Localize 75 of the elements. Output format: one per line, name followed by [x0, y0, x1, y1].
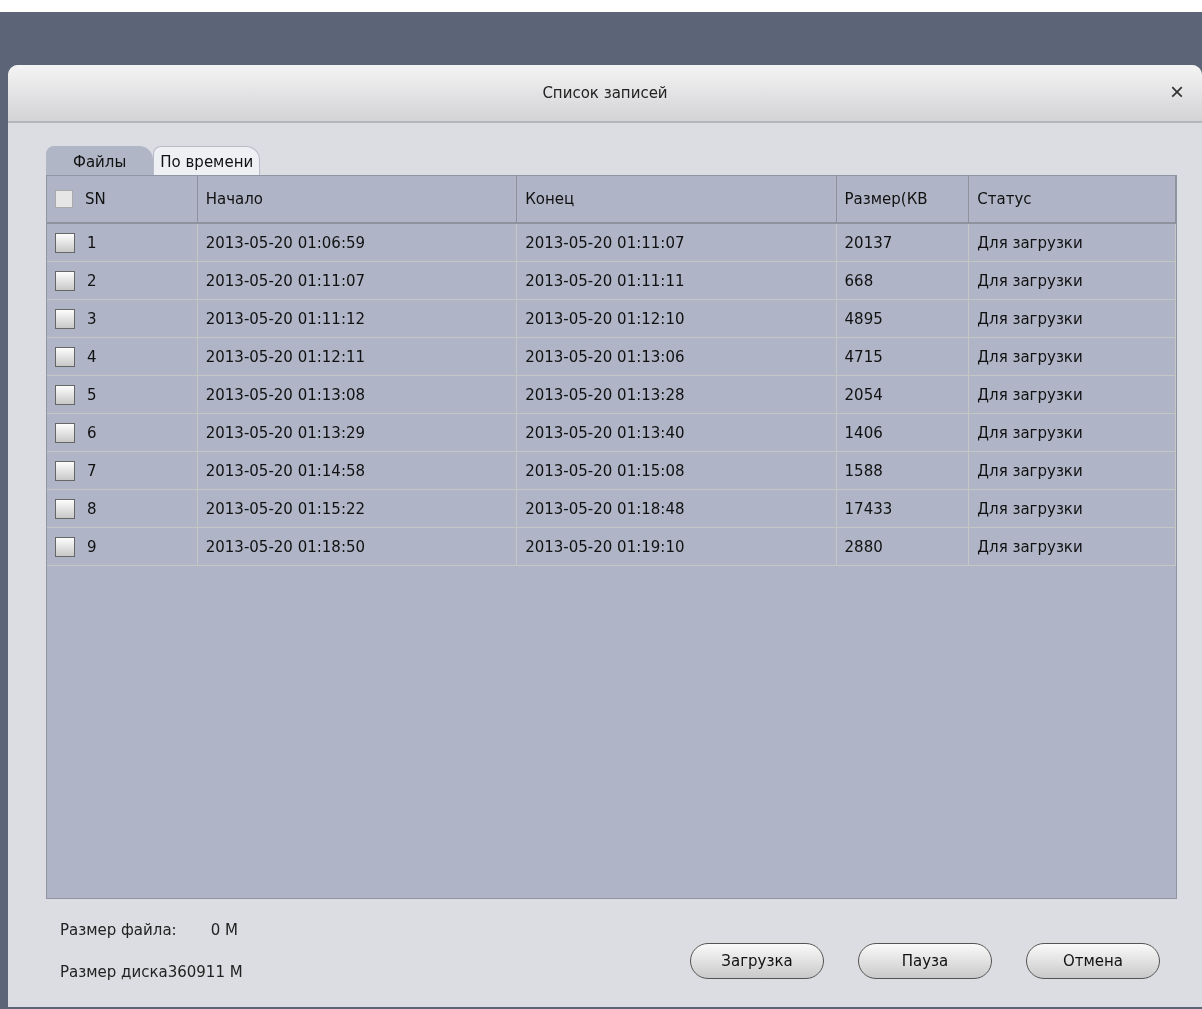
table-cell: 2013-05-20 01:15:22 [205, 499, 366, 518]
table-cell: 2880 [844, 537, 883, 556]
table-cell: 2013-05-20 01:18:50 [205, 537, 366, 556]
column-header[interactable]: Начало [197, 176, 518, 222]
table-cell: Для загрузки [977, 461, 1083, 480]
table-cell: Для загрузки [977, 271, 1083, 290]
tab[interactable]: Файлы [46, 146, 154, 175]
row-checkbox[interactable] [55, 346, 75, 367]
column-header[interactable]: Конец [517, 176, 837, 222]
column-header-label: SN [85, 190, 106, 208]
table-cell: 7 [87, 461, 97, 480]
file-size-value: 0 M [210, 921, 238, 939]
table-cell: 2013-05-20 01:12:10 [525, 309, 685, 328]
table-cell: 3 [87, 309, 97, 328]
table-cell: Для загрузки [977, 423, 1083, 442]
row-checkbox[interactable] [55, 270, 75, 291]
table-cell: 2013-05-20 01:06:59 [205, 233, 366, 252]
file-size-label: Размер файла: [60, 921, 177, 939]
table-cell: Для загрузки [977, 309, 1083, 328]
disk-size-label: Размер диска360911 M [60, 963, 243, 981]
action-button[interactable]: Отмена [1026, 943, 1160, 979]
column-header-label: Размер(КВ [844, 190, 928, 208]
close-button[interactable]: × [1166, 79, 1188, 105]
table-cell: 2013-05-20 01:13:28 [525, 385, 685, 404]
table-cell: 6 [87, 423, 97, 442]
column-header[interactable]: Размер(КВ [836, 176, 970, 222]
table-cell: 5 [87, 385, 97, 404]
table-cell: 4895 [844, 309, 883, 328]
row-checkbox[interactable] [55, 460, 75, 481]
table-cell: Для загрузки [977, 233, 1083, 252]
table-cell: 2013-05-20 01:13:40 [525, 423, 685, 442]
table-cell: 2013-05-20 01:19:10 [525, 537, 685, 556]
select-all-checkbox[interactable] [55, 190, 73, 208]
table-cell: Для загрузки [977, 499, 1083, 518]
action-button[interactable]: Загрузка [690, 943, 824, 979]
column-header[interactable]: Статус [969, 176, 1176, 222]
table-cell: 2013-05-20 01:11:11 [525, 271, 685, 290]
column-header[interactable]: SN [47, 176, 198, 222]
table-cell: 1588 [844, 461, 883, 480]
table-cell: 2013-05-20 01:18:48 [525, 499, 685, 518]
table-cell: Для загрузки [977, 537, 1083, 556]
table-cell: 2013-05-20 01:13:29 [205, 423, 366, 442]
table-cell: 1 [87, 233, 97, 252]
table-cell: 1406 [844, 423, 883, 442]
table-cell: 2013-05-20 01:11:07 [525, 233, 685, 252]
table-cell: 8 [87, 499, 97, 518]
row-checkbox[interactable] [55, 232, 75, 253]
row-checkbox[interactable] [55, 384, 75, 405]
table-cell: 4 [87, 347, 97, 366]
row-checkbox[interactable] [55, 308, 75, 329]
table-cell: 9 [87, 537, 97, 556]
table-cell: 2013-05-20 01:13:06 [525, 347, 685, 366]
table-cell: 668 [844, 271, 874, 290]
table-cell: 2054 [844, 385, 883, 404]
table-cell: 20137 [844, 233, 893, 252]
window-title: Список записей [542, 84, 668, 102]
table-cell: 2013-05-20 01:14:58 [205, 461, 366, 480]
table-cell: 2013-05-20 01:13:08 [205, 385, 366, 404]
tab[interactable]: По времени [153, 146, 261, 175]
row-checkbox[interactable] [55, 536, 75, 557]
column-header-label: Конец [525, 190, 575, 208]
table-cell: 2013-05-20 01:15:08 [525, 461, 685, 480]
table-cell: Для загрузки [977, 385, 1083, 404]
table-cell: Для загрузки [977, 347, 1083, 366]
table-cell: 2013-05-20 01:12:11 [205, 347, 366, 366]
column-header-label: Статус [977, 190, 1032, 208]
table-cell: 2 [87, 271, 97, 290]
table-cell: 4715 [844, 347, 883, 366]
row-checkbox[interactable] [55, 498, 75, 519]
table-cell: 17433 [844, 499, 893, 518]
table-cell: 2013-05-20 01:11:12 [205, 309, 366, 328]
row-checkbox[interactable] [55, 422, 75, 443]
action-button[interactable]: Пауза [858, 943, 992, 979]
column-header-label: Начало [205, 190, 264, 208]
table-cell: 2013-05-20 01:11:07 [205, 271, 366, 290]
